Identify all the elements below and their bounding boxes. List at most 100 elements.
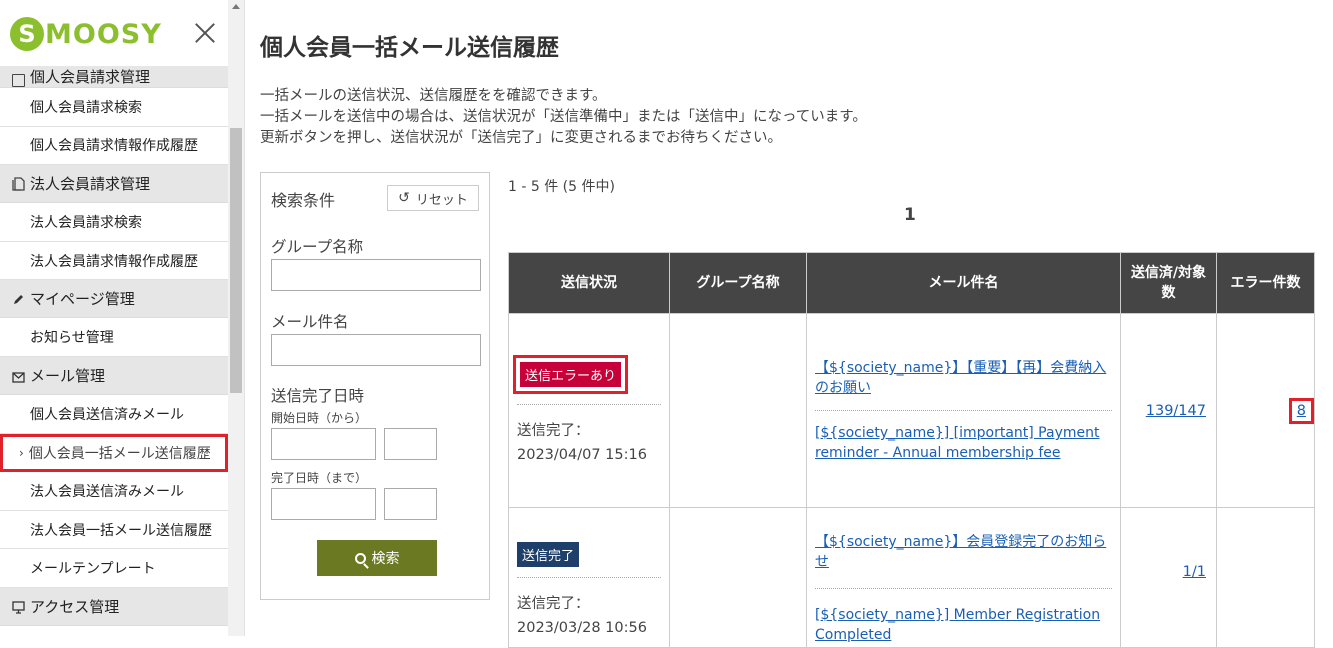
scrollbar-thumb[interactable] <box>230 128 242 393</box>
search-icon <box>354 552 366 564</box>
sidebar-item-individual-billing-history[interactable]: 個人会員請求情報作成履歴 <box>0 127 228 166</box>
mail-subject-input[interactable] <box>271 334 481 366</box>
sidebar-section-mypage[interactable]: マイページ管理 <box>0 280 228 319</box>
sidebar-section-mail[interactable]: メール管理 <box>0 356 228 395</box>
error-count-link[interactable]: 8 <box>1297 403 1306 419</box>
sidebar-section-label: メール管理 <box>30 366 106 385</box>
sent-count-link[interactable]: 1/1 <box>1183 564 1206 580</box>
column-header-status: 送信状況 <box>508 252 670 314</box>
table-row: 送信完了 送信完了： 2023/03/28 10:56 【${society_n… <box>508 507 1315 648</box>
document-icon <box>12 74 25 87</box>
sidebar-item-label: 法人会員請求情報作成履歴 <box>30 253 198 270</box>
sent-count-cell: 139/147 <box>1120 313 1217 508</box>
sidebar-item-corporate-sent-mail[interactable]: 法人会員送信済みメール <box>0 472 228 511</box>
sidebar-item-label: 法人会員送信済みメール <box>30 483 184 500</box>
start-time-input[interactable] <box>384 428 437 460</box>
mail-subject-link-en[interactable]: [${society_name}] [important] Payment re… <box>815 423 1112 463</box>
description-line: 一括メールの送信状況、送信履歴をを確認できます。 <box>260 88 607 104</box>
group-name-input[interactable] <box>271 259 481 291</box>
sidebar-section-label: 個人会員請求管理 <box>30 68 151 86</box>
start-datetime-label: 開始日時（から） <box>271 411 368 425</box>
pencil-icon <box>12 292 25 305</box>
column-header-sent-target: 送信済/対象数 <box>1120 252 1217 314</box>
search-button[interactable]: 検索 <box>317 540 437 576</box>
sidebar-item-individual-sent-mail[interactable]: 個人会員送信済みメール <box>0 395 228 434</box>
search-button-label: 検索 <box>371 551 400 567</box>
sidebar-item-corporate-billing-history[interactable]: 法人会員請求情報作成履歴 <box>0 242 228 281</box>
end-datetime-label: 完了日時（まで） <box>271 471 368 485</box>
page-title: 個人会員一括メール送信履歴 <box>260 35 559 61</box>
table-row: 送信エラーあり 送信完了： 2023/04/07 15:16 【${societ… <box>508 313 1315 508</box>
reset-button[interactable]: ↺ リセット <box>387 185 479 211</box>
description-line: 一括メールを送信中の場合は、送信状況が「送信準備中」または「送信中」になっていま… <box>260 109 867 125</box>
status-badge-error: 送信エラーあり <box>520 361 622 387</box>
mail-subject-link-en[interactable]: [${society_name}] Member Registration Co… <box>815 605 1112 645</box>
sent-count-link[interactable]: 139/147 <box>1146 403 1206 419</box>
status-cell: 送信エラーあり 送信完了： 2023/04/07 15:16 <box>508 313 670 508</box>
scroll-up-arrow-icon[interactable] <box>232 4 240 9</box>
reset-icon: ↺ <box>398 190 410 206</box>
close-sidebar-icon[interactable] <box>192 20 218 46</box>
documents-icon <box>12 177 25 191</box>
group-cell <box>669 507 807 648</box>
mail-subject-link-ja[interactable]: 【${society_name}】【重要】【再】会費納入のお願い <box>815 358 1112 398</box>
status-time: 2023/03/28 10:56 <box>517 620 647 636</box>
sidebar-section-access[interactable]: アクセス管理 <box>0 587 228 626</box>
search-panel-title: 検索条件 <box>271 191 336 210</box>
highlight-box: 送信エラーあり <box>513 354 629 394</box>
chevron-right-icon: › <box>19 445 24 460</box>
sidebar: S MOOSY 個人会員請求管理 個人会員請求検索 個人会員請求情報作成履歴 法… <box>0 0 228 636</box>
status-label: 送信完了： <box>517 422 590 439</box>
logo-text: MOOSY <box>45 18 162 50</box>
sidebar-item-mail-template[interactable]: メールテンプレート <box>0 549 228 588</box>
logo-initial: S <box>10 17 44 51</box>
column-header-group: グループ名称 <box>669 252 807 314</box>
status-text: 送信完了： 2023/04/07 15:16 <box>517 419 661 467</box>
sidebar-scrollbar[interactable] <box>228 0 245 636</box>
subject-divider <box>815 410 1112 411</box>
result-count: 1 - 5 件 (5 件中) <box>508 179 615 195</box>
group-cell <box>669 313 807 508</box>
status-badge-wrap: 送信完了 <box>517 542 661 578</box>
group-name-label: グループ名称 <box>271 238 364 256</box>
subject-divider <box>815 588 1112 589</box>
subject-cell: 【${society_name}】【重要】【再】会費納入のお願い [${soci… <box>806 313 1121 508</box>
pagination-current-page[interactable]: 1 <box>904 205 916 225</box>
sidebar-section-individual-billing[interactable]: 個人会員請求管理 <box>0 66 228 88</box>
sidebar-item-label: 個人会員請求検索 <box>30 99 142 116</box>
sidebar-item-notice[interactable]: お知らせ管理 <box>0 318 228 357</box>
highlight-box: 8 <box>1288 397 1314 424</box>
sent-count-cell: 1/1 <box>1120 507 1217 648</box>
status-time: 2023/04/07 15:16 <box>517 446 647 463</box>
sidebar-item-individual-bulk-mail-history[interactable]: › 個人会員一括メール送信履歴 <box>0 433 228 473</box>
main-content: 個人会員一括メール送信履歴 一括メールの送信状況、送信履歴をを確認できます。 一… <box>244 0 1333 648</box>
sidebar-item-label: 法人会員請求検索 <box>30 214 142 231</box>
mail-icon <box>12 369 25 383</box>
sidebar-item-label: 法人会員一括メール送信履歴 <box>30 522 212 539</box>
sidebar-item-corporate-bulk-mail-history[interactable]: 法人会員一括メール送信履歴 <box>0 511 228 550</box>
status-badge-complete: 送信完了 <box>517 542 580 567</box>
sidebar-menu: 個人会員請求管理 個人会員請求検索 個人会員請求情報作成履歴 法人会員請求管理 … <box>0 66 228 626</box>
mail-subject-link-ja[interactable]: 【${society_name}】会員登録完了のお知らせ <box>815 532 1112 572</box>
sidebar-item-individual-billing-search[interactable]: 個人会員請求検索 <box>0 88 228 127</box>
start-date-input[interactable] <box>271 428 376 460</box>
sidebar-item-label: メールテンプレート <box>30 561 156 578</box>
column-header-errors: エラー件数 <box>1216 252 1315 314</box>
status-label: 送信完了： <box>517 596 590 612</box>
error-count-cell: 8 <box>1216 313 1315 508</box>
smoosy-logo[interactable]: S MOOSY <box>10 14 162 54</box>
end-date-input[interactable] <box>271 488 376 520</box>
sidebar-item-label: お知らせ管理 <box>30 330 114 347</box>
sidebar-header: S MOOSY <box>0 0 228 66</box>
completed-datetime-label: 送信完了日時 <box>271 387 365 405</box>
sidebar-section-corporate-billing[interactable]: 法人会員請求管理 <box>0 165 228 204</box>
mail-subject-label: メール件名 <box>271 313 349 331</box>
table-header-row: 送信状況 グループ名称 メール件名 送信済/対象数 エラー件数 <box>508 252 1315 314</box>
sidebar-item-corporate-billing-search[interactable]: 法人会員請求検索 <box>0 203 228 242</box>
error-count-cell <box>1216 507 1315 648</box>
status-text: 送信完了： 2023/03/28 10:56 <box>517 592 661 640</box>
end-time-input[interactable] <box>384 488 437 520</box>
status-cell: 送信完了 送信完了： 2023/03/28 10:56 <box>508 507 670 648</box>
sidebar-item-label: 個人会員一括メール送信履歴 <box>28 445 211 462</box>
search-panel: 検索条件 ↺ リセット グループ名称 メール件名 送信完了日時 開始日時（から）… <box>260 172 490 600</box>
